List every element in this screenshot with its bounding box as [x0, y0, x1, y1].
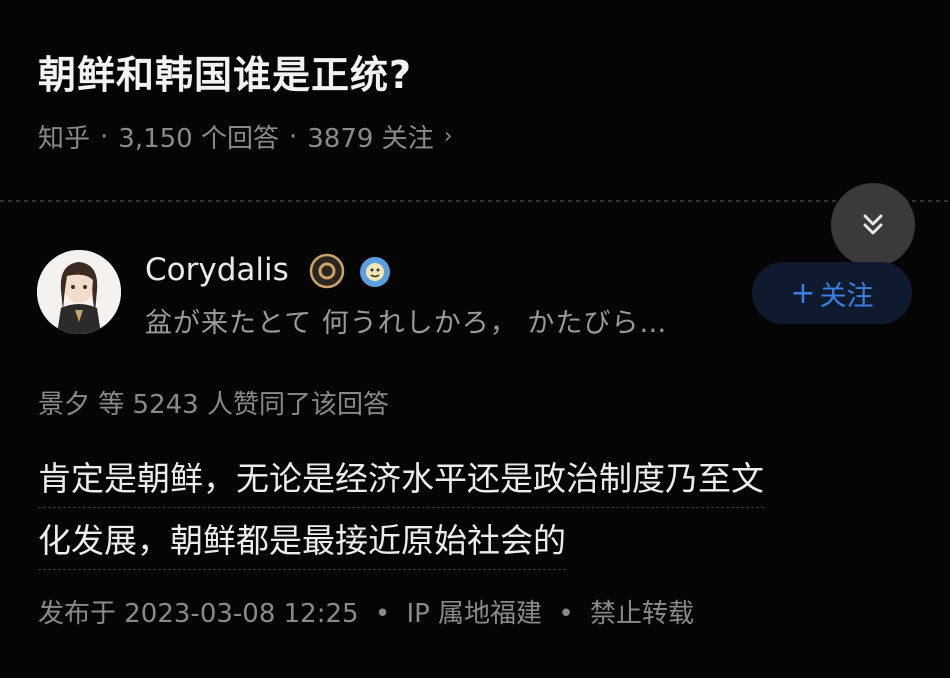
question-meta[interactable]: 知乎 · 3,150 个回答 · 3879 关注 › — [38, 118, 453, 155]
upvote-info[interactable]: 景夕 等 5243 人赞同了该回答 — [38, 384, 389, 421]
publish-info: 发布于 2023-03-08 12:25 • IP 属地福建 • 禁止转载 — [38, 593, 694, 630]
answer-body[interactable]: 肯定是朝鲜，无论是经济水平还是政治制度乃至文 化发展，朝鲜都是最接近原始社会的 — [38, 448, 918, 572]
author-bio: 盆が来たとて 何うれしかろ， かたびら… — [145, 308, 668, 339]
meta-separator: · — [288, 121, 298, 152]
question-title[interactable]: 朝鲜和韩国谁是正统? — [38, 44, 412, 99]
ip-location: IP 属地福建 — [406, 599, 543, 629]
answer-line: 化发展，朝鲜都是最接近原始社会的 — [38, 513, 566, 570]
avatar[interactable] — [37, 250, 121, 334]
source-label: 知乎 — [38, 124, 91, 154]
answer-line: 肯定是朝鲜，无论是经济水平还是政治制度乃至文 — [38, 451, 764, 508]
smiley-badge-icon[interactable] — [358, 255, 392, 289]
plus-icon: + — [790, 275, 816, 311]
answer-count: 3,150 个回答 — [118, 124, 279, 154]
follow-button[interactable]: + 关注 — [752, 262, 912, 324]
copyright-notice: 禁止转载 — [589, 599, 694, 629]
crown-badge-icon[interactable] — [309, 253, 345, 289]
chevron-right-icon: › — [443, 124, 453, 149]
follow-label: 关注 — [819, 280, 874, 312]
follower-count: 3879 关注 — [307, 124, 434, 154]
publish-date: 发布于 2023-03-08 12:25 — [38, 599, 359, 629]
publish-separator: • — [374, 599, 391, 629]
publish-separator: • — [558, 599, 574, 629]
collapse-button[interactable] — [831, 183, 915, 267]
divider — [0, 200, 950, 202]
meta-separator: · — [100, 121, 109, 152]
double-chevron-down-icon — [863, 214, 883, 235]
author-name[interactable]: Corydalis — [145, 252, 289, 288]
avatar-image — [37, 250, 121, 334]
